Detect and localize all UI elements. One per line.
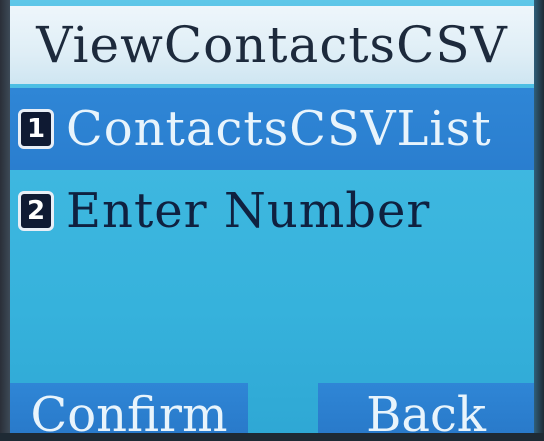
screen-bezel-bottom xyxy=(0,433,544,441)
menu-item-number: 1 xyxy=(26,114,46,144)
menu-item-label: ContactsCSVList xyxy=(66,101,492,157)
title-bar: ViewContactsCSV xyxy=(10,6,534,84)
screen-bezel-right xyxy=(534,0,544,441)
number-1-icon: 1 xyxy=(18,109,54,149)
menu-item-contacts-csv-list[interactable]: 1 ContactsCSVList xyxy=(10,88,534,170)
page-title: ViewContactsCSV xyxy=(36,16,508,74)
menu-list: 1 ContactsCSVList 2 Enter Number xyxy=(10,88,534,252)
number-2-icon: 2 xyxy=(18,191,54,231)
screen-bezel-left xyxy=(0,0,10,441)
menu-item-label: Enter Number xyxy=(66,183,431,239)
menu-item-enter-number[interactable]: 2 Enter Number xyxy=(10,170,534,252)
phone-screen: ViewContactsCSV 1 ContactsCSVList 2 Ente… xyxy=(0,0,544,441)
menu-item-number: 2 xyxy=(26,196,46,226)
